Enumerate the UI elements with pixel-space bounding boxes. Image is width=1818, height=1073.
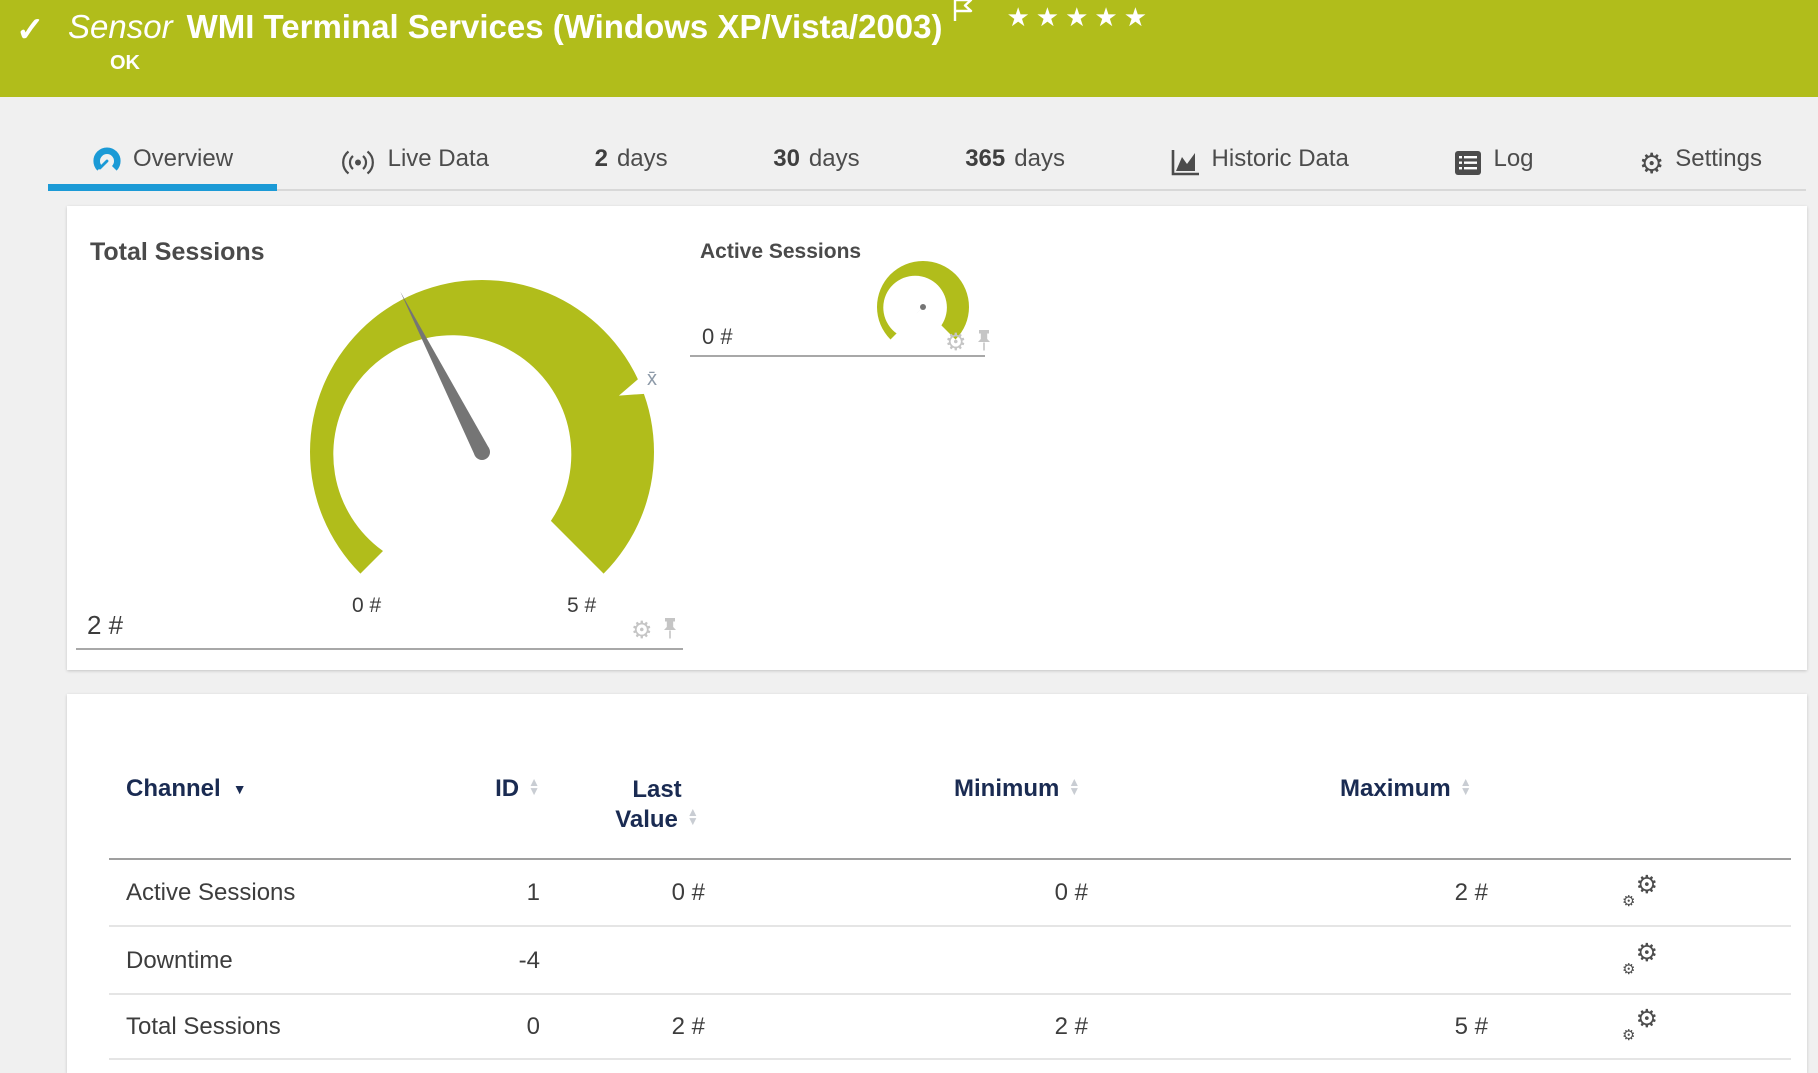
tab-settings[interactable]: ⚙ Settings (1595, 115, 1806, 189)
gauge-footer-divider (76, 648, 683, 650)
column-label: Maximum (1340, 775, 1451, 803)
gauge-arc (877, 261, 969, 340)
channel-last-value: 2 # (555, 1013, 705, 1041)
gauge-icon (92, 146, 122, 176)
sort-icon: ▲▼ (528, 778, 540, 796)
status-check-icon: ✓ (16, 10, 45, 50)
object-kind-label: Sensor (68, 8, 173, 46)
sort-icon: ▲▼ (1068, 778, 1080, 796)
column-label: Channel (126, 775, 221, 803)
tab-2-days[interactable]: 2 days (551, 115, 712, 189)
channel-maximum: 5 # (1288, 1013, 1488, 1041)
tab-label: days (1014, 145, 1065, 172)
pin-icon[interactable] (976, 330, 992, 356)
column-header-minimum[interactable]: Minimum ▲▼ (954, 775, 1080, 803)
gauge-title-active-sessions: Active Sessions (700, 240, 861, 264)
edit-channel-gears-icon[interactable]: ⚙⚙ (1608, 942, 1672, 981)
tab-label: Historic Data (1212, 145, 1349, 173)
edit-channel-gears-icon[interactable]: ⚙⚙ (1608, 1008, 1672, 1047)
area-chart-icon (1171, 149, 1201, 176)
tab-historic-data[interactable]: Historic Data (1127, 115, 1393, 189)
channel-minimum: 0 # (888, 879, 1088, 907)
column-label: Value (615, 805, 678, 835)
sensor-title-line: Sensor WMI Terminal Services (Windows XP… (68, 8, 1153, 46)
column-header-channel[interactable]: Channel ▼ (126, 775, 247, 803)
gauge-gear-icon[interactable]: ⚙ (631, 621, 653, 641)
tab-number: 2 (595, 145, 608, 172)
tab-label: Live Data (388, 145, 489, 173)
channel-name[interactable]: Active Sessions (126, 879, 295, 907)
log-list-icon (1454, 150, 1482, 176)
gauges-panel: Total Sessions x̄ 0 # 5 # 2 # ⚙ Active (67, 206, 1807, 670)
tab-label: Log (1493, 145, 1533, 173)
channel-id: 1 (390, 879, 540, 907)
edit-channel-gears-icon[interactable]: ⚙⚙ (1608, 874, 1672, 913)
table-header-divider (109, 858, 1791, 860)
tab-label: Settings (1675, 145, 1762, 173)
row-divider (109, 1058, 1791, 1060)
total-sessions-gauge (282, 252, 682, 657)
tab-30-days[interactable]: 30 days (729, 115, 903, 189)
tab-log[interactable]: Log (1410, 115, 1577, 189)
pin-icon[interactable] (662, 618, 678, 644)
channel-maximum: 2 # (1288, 879, 1488, 907)
tab-365-days[interactable]: 365 days (921, 115, 1109, 189)
channels-panel: Channel ▼ ID ▲▼ Last Value ▲▼ Minimum ▲▼… (67, 694, 1807, 1073)
column-label: ID (495, 775, 519, 803)
column-label: Last (632, 775, 681, 805)
page-title: WMI Terminal Services (Windows XP/Vista/… (187, 8, 943, 46)
flag-icon[interactable] (952, 0, 974, 27)
tab-label: Overview (133, 145, 233, 173)
prtg-sensor-page: ✓ Sensor WMI Terminal Services (Windows … (0, 0, 1818, 1073)
channel-id: 0 (390, 1013, 540, 1041)
tab-label: days (809, 145, 860, 172)
gauge-title-total-sessions: Total Sessions (90, 238, 265, 267)
channel-last-value: 0 # (555, 879, 705, 907)
tab-live-data[interactable]: Live Data (295, 115, 533, 189)
gear-icon: ⚙ (1639, 152, 1664, 176)
gauge-current-value: 2 # (87, 610, 123, 641)
tab-number: 30 (773, 145, 800, 172)
gauge-needle (892, 305, 925, 338)
column-header-last-value[interactable]: Last Value ▲▼ (602, 775, 712, 835)
channel-name[interactable]: Total Sessions (126, 1013, 281, 1041)
broadcast-icon (339, 149, 377, 176)
column-header-maximum[interactable]: Maximum ▲▼ (1340, 775, 1472, 803)
channel-name[interactable]: Downtime (126, 947, 233, 975)
priority-stars[interactable]: ★★★★★ (1006, 2, 1153, 33)
sort-icon: ▲▼ (1460, 778, 1472, 796)
gauge-gear-icon[interactable]: ⚙ (945, 333, 967, 353)
gauge-footer-divider (690, 355, 985, 357)
gauge-current-value: 0 # (702, 324, 733, 350)
gauge-arc (310, 280, 654, 574)
average-marker-label: x̄ (647, 368, 657, 391)
channel-id: -4 (390, 947, 540, 975)
status-badge: OK (110, 52, 140, 75)
sort-icon: ▲▼ (687, 808, 699, 835)
sort-desc-icon: ▼ (233, 781, 247, 797)
channel-minimum: 2 # (888, 1013, 1088, 1041)
row-divider (109, 925, 1791, 927)
tab-number: 365 (965, 145, 1005, 172)
sensor-tabbar: Overview Live Data 2 days 30 days 365 days (48, 115, 1806, 191)
gauge-max-label: 5 # (567, 594, 596, 618)
column-header-id[interactable]: ID ▲▼ (390, 775, 540, 803)
row-divider (109, 993, 1791, 995)
sensor-status-header: ✓ Sensor WMI Terminal Services (Windows … (0, 0, 1818, 97)
gauge-min-label: 0 # (352, 594, 381, 618)
tab-overview[interactable]: Overview (48, 115, 277, 189)
column-label: Minimum (954, 775, 1059, 803)
tab-label: days (617, 145, 668, 172)
